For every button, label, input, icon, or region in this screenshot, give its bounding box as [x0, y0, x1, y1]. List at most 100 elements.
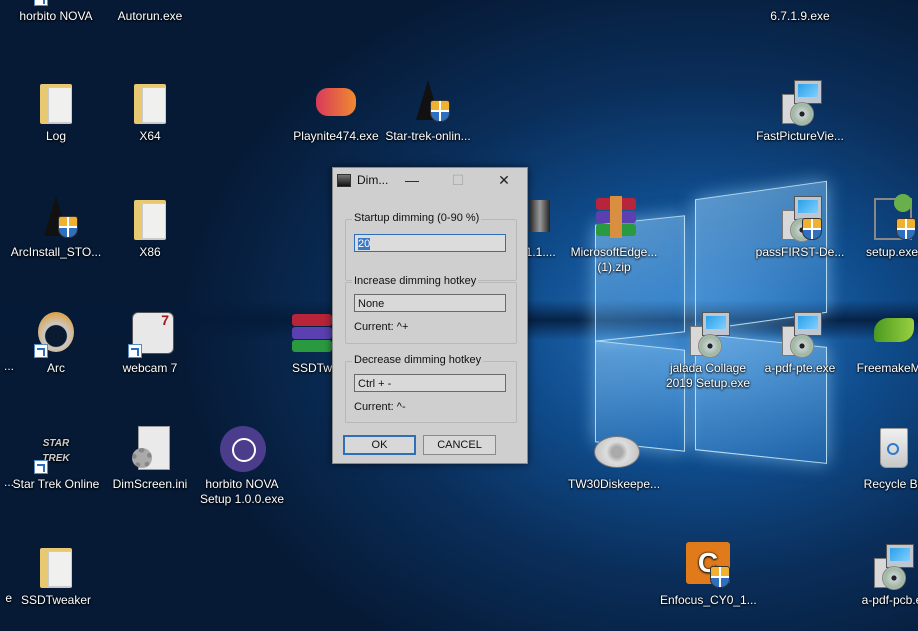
uac-shield-icon [710, 566, 730, 588]
startup-dimming-input[interactable]: 20 [354, 234, 506, 252]
desktop-icon-microsoftedge-zip[interactable]: MicrosoftEdge... (1).zip [568, 194, 660, 275]
ok-button[interactable]: OK [343, 435, 416, 455]
gear-icon [132, 448, 152, 468]
increase-current-hotkey: Current: ^+ [354, 321, 409, 333]
desktop-icon-log[interactable]: Log [10, 78, 102, 144]
desktop-icon-partial-left[interactable]: ... [0, 359, 14, 374]
shortcut-arrow-icon [128, 344, 142, 358]
folder-icon [134, 84, 166, 124]
installer-icon [776, 310, 824, 358]
icon-label: FreemakeMu [856, 361, 918, 375]
installer-icon [776, 194, 824, 242]
icon-label: SSDTweaker [20, 593, 92, 607]
app-icon [32, 0, 80, 6]
desktop-icon-jalada-collage[interactable]: jalada Collage 2019 Setup.exe [662, 310, 754, 391]
desktop-icon-6719[interactable]: 6.7.1.9.exe [754, 0, 846, 24]
disk-icon [594, 436, 640, 468]
icon-label: SSDTw [291, 361, 332, 375]
desktop-icon-horbito-nova-setup[interactable]: horbito NOVA Setup 1.0.0.exe [196, 426, 288, 507]
icon-label: webcam 7 [122, 361, 178, 375]
icon-label: Autorun.exe [117, 9, 183, 23]
cancel-button[interactable]: CANCEL [423, 435, 496, 455]
uac-shield-icon [430, 100, 450, 122]
shortcut-arrow-icon [34, 344, 48, 358]
increase-hotkey-input[interactable]: None [354, 294, 506, 312]
icon-label: jalada Collage 2019 Setup.exe [665, 361, 751, 390]
icon-label: Arc [47, 361, 65, 375]
startup-dimming-label: Startup dimming (0-90 %) [352, 212, 482, 224]
desktop-icon-dimscreen-ini[interactable]: DimScreen.ini [104, 426, 196, 492]
icon-label: MicrosoftEdge... (1).zip [570, 245, 658, 274]
icon-label: Log [45, 129, 67, 143]
shortcut-arrow-icon [34, 0, 48, 6]
desktop-icon-recycle-bin[interactable]: Recycle Bi [846, 426, 918, 492]
icon-label: Star Trek Online [12, 477, 100, 491]
decrease-hotkey-label: Decrease dimming hotkey [352, 354, 484, 366]
desktop-icon-partial-left[interactable]: e [0, 591, 12, 606]
desktop-icon-setup-exe[interactable]: setup.exe [846, 194, 918, 260]
desktop-icon-star-trek-online[interactable]: STAR TREK Star Trek Online [10, 426, 102, 492]
title-bar[interactable]: Dim... — ☐ ✕ [333, 168, 527, 192]
desktop-icon-star-trek-online-installer[interactable]: Star-trek-onlin... [382, 78, 474, 144]
desktop-icon-arcinstall[interactable]: ArcInstall_STO... [10, 194, 102, 260]
desktop-icon-playnite[interactable]: Playnite474.exe [290, 78, 382, 144]
icon-label: horbito NOVA Setup 1.0.0.exe [199, 477, 285, 506]
desktop-icon-horbito-nova[interactable]: horbito NOVA [10, 0, 102, 24]
close-button[interactable]: ✕ [481, 168, 527, 192]
icon-label: FastPictureVie... [756, 129, 844, 143]
uac-shield-icon [802, 218, 822, 240]
desktop-icon-partial-left[interactable]: ... [0, 475, 14, 490]
desktop-icon-ssdtweaker[interactable]: SSDTweaker [10, 542, 102, 608]
desktop-icon-a-pdf-pcb[interactable]: a-pdf-pcb.e [846, 542, 918, 608]
desktop-icon-tw30diskeeper[interactable]: TW30Diskeepe... [568, 426, 660, 492]
recycle-bin-icon [880, 428, 908, 468]
shortcut-arrow-icon [34, 460, 48, 474]
gamepad-icon [316, 88, 356, 116]
icon-label: setup.exe [865, 245, 918, 259]
installer-icon [776, 78, 824, 126]
desktop-icon-arc[interactable]: Arc [10, 310, 102, 376]
app-icon [530, 200, 550, 232]
folder-icon [40, 84, 72, 124]
increase-hotkey-group: Increase dimming hotkey None Current: ^+ [345, 275, 517, 344]
desktop-icon-autorun[interactable]: Autorun.exe [104, 0, 196, 24]
icon-label: Star-trek-onlin... [385, 129, 471, 143]
icon-label: X86 [139, 245, 161, 259]
desktop-icon-x86[interactable]: X86 [104, 194, 196, 260]
desktop-icon-freemake-music[interactable]: FreemakeMu [846, 310, 918, 376]
freemake-logo-icon [874, 318, 914, 342]
icon-label: a-pdf-pte.exe [764, 361, 836, 375]
app-icon [126, 0, 174, 6]
startup-dimming-group: Startup dimming (0-90 %) 20 [345, 212, 517, 281]
dimscreen-dialog: Dim... — ☐ ✕ Startup dimming (0-90 %) 20… [332, 167, 528, 464]
decrease-current-hotkey: Current: ^- [354, 401, 406, 413]
winrar-archive-icon [278, 310, 332, 358]
winrar-archive-icon [590, 194, 638, 242]
maximize-button[interactable]: ☐ [435, 168, 481, 192]
desktop-icon-fastpictureviewer[interactable]: FastPictureVie... [754, 78, 846, 144]
installer-icon [868, 542, 916, 590]
uac-shield-icon [896, 218, 916, 240]
decrease-hotkey-group: Decrease dimming hotkey Ctrl + - Current… [345, 354, 517, 423]
icon-label: a-pdf-pcb.e [861, 593, 918, 607]
folder-icon [40, 548, 72, 588]
horbito-logo-icon [220, 426, 266, 472]
desktop-icon-enfocus[interactable]: C Enfocus_CY0_1... [660, 542, 757, 608]
download-icon [894, 194, 912, 212]
desktop-icon-ssdtw-archive[interactable]: SSDTw [272, 310, 332, 376]
icon-label: X64 [139, 129, 161, 143]
icon-label: Recycle Bi [863, 477, 918, 491]
icon-label: passFIRST-De... [755, 245, 845, 259]
desktop-icon-webcam-7[interactable]: 7 webcam 7 [104, 310, 196, 376]
desktop-icon-a-pdf-pte[interactable]: a-pdf-pte.exe [754, 310, 846, 376]
icon-label: Enfocus_CY0_1... [660, 593, 757, 607]
desktop-icon-passfirst[interactable]: passFIRST-De... [754, 194, 846, 260]
minimize-button[interactable]: — [389, 168, 435, 192]
icon-label: ArcInstall_STO... [10, 245, 102, 259]
icon-label: horbito NOVA [19, 9, 93, 23]
decrease-hotkey-input[interactable]: Ctrl + - [354, 374, 506, 392]
desktop-icon-x64[interactable]: X64 [104, 78, 196, 144]
uac-shield-icon [58, 216, 78, 238]
folder-icon [134, 200, 166, 240]
increase-hotkey-label: Increase dimming hotkey [352, 275, 479, 287]
